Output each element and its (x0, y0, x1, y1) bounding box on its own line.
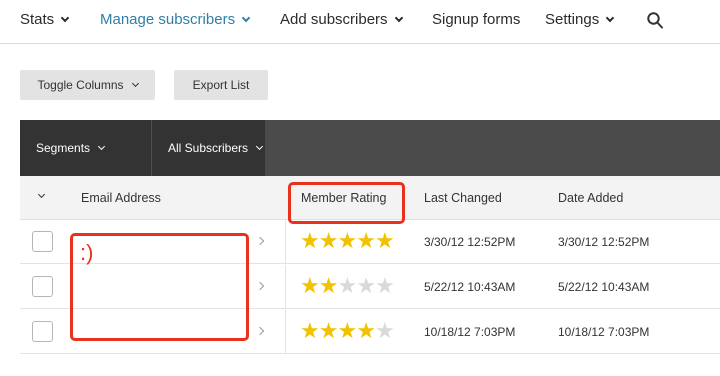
star-filled-icon: ★ (300, 228, 320, 253)
chevron-right-icon[interactable] (255, 281, 265, 291)
column-divider (285, 310, 286, 354)
star-filled-icon: ★ (318, 228, 339, 253)
star-filled-icon: ★ (318, 273, 339, 298)
nav-add-subscribers-label: Add subscribers (280, 11, 388, 28)
row-checkbox[interactable] (32, 321, 53, 342)
nav-signup-forms[interactable]: Signup forms (432, 11, 520, 28)
star-filled-icon: ★ (337, 228, 357, 253)
column-divider (285, 220, 286, 264)
last-changed-cell: 10/18/12 7:03PM (424, 325, 516, 339)
star-empty-icon: ★ (374, 273, 395, 298)
chevron-down-icon (97, 142, 106, 150)
top-nav: Stats Manage subscribers Add subscribers… (0, 0, 720, 44)
last-changed-cell: 3/30/12 12:52PM (424, 235, 516, 249)
column-divider (285, 265, 286, 309)
date-added-cell: 5/22/12 10:43AM (558, 280, 650, 294)
segment-bar: Segments All Subscribers (20, 120, 720, 176)
star-filled-icon: ★ (356, 318, 376, 343)
star-empty-icon: ★ (337, 273, 357, 298)
nav-signup-forms-label: Signup forms (432, 11, 521, 28)
redaction-annotation-box (70, 233, 249, 341)
chevron-down-icon (605, 13, 615, 22)
row-checkbox[interactable] (32, 276, 53, 297)
export-list-label: Export List (192, 78, 250, 92)
star-filled-icon: ★ (374, 228, 395, 253)
chevron-down-icon (131, 79, 139, 87)
date-added-cell: 10/18/12 7:03PM (558, 325, 650, 339)
chevron-down-icon (394, 13, 403, 22)
annotation-smiley: :) (80, 240, 94, 265)
column-email-address[interactable]: Email Address (81, 191, 161, 205)
star-filled-icon: ★ (356, 228, 376, 253)
toggle-columns-label: Toggle Columns (37, 78, 124, 92)
member-rating-highlight-box (288, 182, 405, 224)
last-changed-cell: 5/22/12 10:43AM (424, 280, 516, 294)
toggle-columns-button[interactable]: Toggle Columns (20, 70, 155, 100)
nav-add-subscribers[interactable]: Add subscribers (280, 11, 403, 28)
nav-manage-subscribers[interactable]: Manage subscribers (100, 11, 251, 28)
star-filled-icon: ★ (300, 318, 320, 343)
star-filled-icon: ★ (337, 318, 357, 343)
nav-stats-label: Stats (20, 11, 55, 28)
nav-manage-subscribers-label: Manage subscribers (100, 11, 236, 28)
chevron-down-icon (241, 13, 251, 22)
star-filled-icon: ★ (300, 273, 320, 298)
select-all-chevron-icon[interactable] (37, 190, 46, 199)
star-empty-icon: ★ (356, 273, 376, 298)
nav-stats[interactable]: Stats (20, 11, 70, 28)
row-checkbox[interactable] (32, 231, 53, 252)
all-subscribers-label: All Subscribers (168, 141, 249, 155)
search-icon[interactable] (647, 12, 663, 29)
nav-settings[interactable]: Settings (545, 11, 615, 28)
member-rating-stars: ★★★★★ (300, 273, 395, 298)
nav-settings-label: Settings (545, 11, 600, 28)
chevron-down-icon (255, 142, 264, 150)
star-empty-icon: ★ (374, 318, 395, 343)
all-subscribers-dropdown[interactable]: All Subscribers (152, 120, 265, 176)
chevron-right-icon[interactable] (255, 236, 265, 246)
member-rating-stars: ★★★★★ (300, 228, 395, 253)
export-list-button[interactable]: Export List (174, 70, 268, 100)
segments-dropdown[interactable]: Segments (20, 120, 151, 176)
chevron-right-icon[interactable] (255, 326, 265, 336)
member-rating-stars: ★★★★★ (300, 318, 395, 343)
star-filled-icon: ★ (318, 318, 339, 343)
chevron-down-icon (60, 13, 70, 22)
column-last-changed[interactable]: Last Changed (424, 191, 502, 205)
segments-label: Segments (36, 141, 91, 155)
column-date-added[interactable]: Date Added (558, 191, 623, 205)
date-added-cell: 3/30/12 12:52PM (558, 235, 650, 249)
